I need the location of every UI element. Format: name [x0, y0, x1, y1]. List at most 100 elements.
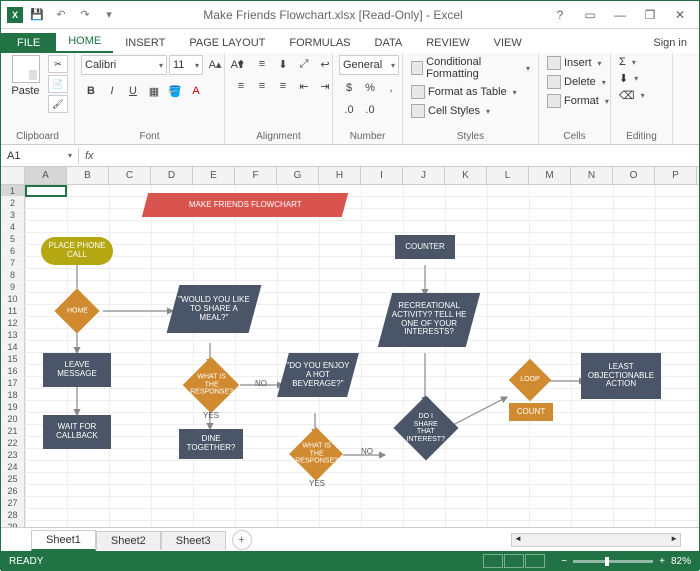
copy-button[interactable]: 📄: [48, 75, 68, 93]
row-header[interactable]: 18: [1, 389, 25, 401]
increase-font-icon[interactable]: A▴: [205, 55, 225, 73]
row-header[interactable]: 22: [1, 437, 25, 449]
close-icon[interactable]: ✕: [667, 5, 693, 25]
tab-page-layout[interactable]: PAGE LAYOUT: [177, 33, 277, 53]
tab-review[interactable]: REVIEW: [414, 33, 481, 53]
tab-file[interactable]: FILE: [1, 33, 56, 53]
conditional-formatting-button[interactable]: Conditional Formatting▾: [409, 55, 532, 81]
row-header[interactable]: 28: [1, 509, 25, 521]
align-left-icon[interactable]: ≡: [231, 77, 251, 95]
row-header[interactable]: 17: [1, 377, 25, 389]
flowchart-title[interactable]: MAKE FRIENDS FLOWCHART: [142, 193, 348, 217]
column-header[interactable]: C: [109, 167, 151, 184]
sheet-tab-1[interactable]: Sheet1: [31, 530, 96, 551]
shape-leave-message[interactable]: LEAVE MESSAGE: [43, 353, 111, 387]
row-header[interactable]: 29: [1, 521, 25, 527]
column-header[interactable]: P: [655, 167, 697, 184]
shape-response-2[interactable]: WHAT IS THE RESPONSE?: [289, 427, 343, 481]
row-header[interactable]: 25: [1, 473, 25, 485]
add-sheet-button[interactable]: +: [232, 530, 252, 550]
delete-cells-button[interactable]: Delete▾: [545, 74, 608, 90]
shape-hot-beverage[interactable]: "DO YOU ENJOY A HOT BEVERAGE?": [277, 353, 359, 397]
insert-cells-button[interactable]: Insert▾: [545, 55, 604, 71]
cut-button[interactable]: ✂: [48, 55, 68, 73]
save-icon[interactable]: 💾: [27, 5, 47, 25]
percent-icon[interactable]: %: [360, 79, 380, 97]
font-size-select[interactable]: 11▾: [169, 55, 203, 75]
zoom-slider[interactable]: [573, 560, 653, 563]
decrease-decimal-icon[interactable]: .0: [360, 101, 380, 119]
border-button[interactable]: ▦: [144, 82, 164, 100]
column-header[interactable]: B: [67, 167, 109, 184]
shape-least-action[interactable]: LEAST OBJECTIONABLE ACTION: [581, 353, 661, 399]
wrap-text-icon[interactable]: ↩: [315, 55, 335, 73]
sheet-tab-3[interactable]: Sheet3: [161, 531, 226, 550]
tab-insert[interactable]: INSERT: [113, 33, 177, 53]
tab-home[interactable]: HOME: [56, 31, 113, 53]
minimize-icon[interactable]: —: [607, 5, 633, 25]
fill-color-button[interactable]: 🪣: [165, 82, 185, 100]
restore-icon[interactable]: ❐: [637, 5, 663, 25]
zoom-out-icon[interactable]: −: [561, 556, 567, 567]
orientation-icon[interactable]: ⤢: [294, 55, 314, 73]
currency-icon[interactable]: $: [339, 79, 359, 97]
underline-button[interactable]: U: [123, 82, 143, 100]
shape-start[interactable]: PLACE PHONE CALL: [41, 237, 113, 265]
row-header[interactable]: 20: [1, 413, 25, 425]
format-cells-button[interactable]: Format▾: [545, 93, 611, 109]
name-box[interactable]: A1▾: [1, 148, 79, 164]
row-header[interactable]: 16: [1, 365, 25, 377]
align-middle-icon[interactable]: ≡: [252, 55, 272, 73]
shape-wait-callback[interactable]: WAIT FOR CALLBACK: [43, 415, 111, 449]
normal-view-icon[interactable]: [483, 554, 503, 568]
ribbon-options-icon[interactable]: ▭: [577, 5, 603, 25]
shape-count[interactable]: COUNT: [509, 403, 553, 421]
shape-recreational[interactable]: RECREATIONAL ACTIVITY? TELL HE ONE OF YO…: [378, 293, 480, 347]
row-header[interactable]: 3: [1, 209, 25, 221]
row-header[interactable]: 6: [1, 245, 25, 257]
column-header[interactable]: F: [235, 167, 277, 184]
font-color-button[interactable]: A: [186, 82, 206, 100]
redo-icon[interactable]: ↷: [75, 5, 95, 25]
page-break-view-icon[interactable]: [525, 554, 545, 568]
column-header[interactable]: H: [319, 167, 361, 184]
clear-button[interactable]: ⌫▾: [617, 88, 647, 103]
shape-share-interest[interactable]: DO I SHARE THAT INTEREST?: [393, 395, 458, 460]
row-header[interactable]: 15: [1, 353, 25, 365]
column-header[interactable]: L: [487, 167, 529, 184]
row-header[interactable]: 11: [1, 305, 25, 317]
increase-indent-icon[interactable]: ⇥: [315, 77, 335, 95]
row-header[interactable]: 12: [1, 317, 25, 329]
shape-share-meal[interactable]: "WOULD YOU LIKE TO SHARE A MEAL?": [167, 285, 262, 333]
column-header[interactable]: E: [193, 167, 235, 184]
italic-button[interactable]: I: [102, 82, 122, 100]
column-header[interactable]: N: [571, 167, 613, 184]
qat-customize-icon[interactable]: ▾: [99, 5, 119, 25]
row-header[interactable]: 9: [1, 281, 25, 293]
zoom-level[interactable]: 82%: [671, 556, 691, 567]
formula-bar[interactable]: [100, 154, 699, 158]
help-icon[interactable]: ?: [547, 5, 573, 25]
shape-response-1[interactable]: WHAT IS THE RESPONSE?: [183, 357, 240, 414]
row-header[interactable]: 1: [1, 185, 25, 197]
autosum-button[interactable]: Σ▾: [617, 55, 638, 69]
align-right-icon[interactable]: ≡: [273, 77, 293, 95]
number-format-select[interactable]: General▾: [339, 55, 399, 75]
font-name-select[interactable]: Calibri▾: [81, 55, 167, 75]
row-header[interactable]: 4: [1, 221, 25, 233]
row-header[interactable]: 24: [1, 461, 25, 473]
row-header[interactable]: 23: [1, 449, 25, 461]
shape-loop[interactable]: LOOP: [509, 359, 551, 401]
row-header[interactable]: 21: [1, 425, 25, 437]
column-header[interactable]: G: [277, 167, 319, 184]
sign-in-link[interactable]: Sign in: [641, 33, 699, 53]
shape-dine-together[interactable]: DINE TOGETHER?: [179, 429, 243, 459]
increase-decimal-icon[interactable]: .0: [339, 101, 359, 119]
cell-styles-button[interactable]: Cell Styles▾: [409, 103, 492, 119]
tab-data[interactable]: DATA: [363, 33, 415, 53]
tab-formulas[interactable]: FORMULAS: [277, 33, 362, 53]
undo-icon[interactable]: ↶: [51, 5, 71, 25]
horizontal-scrollbar[interactable]: [511, 533, 681, 547]
shape-home[interactable]: HOME: [54, 288, 99, 333]
row-header[interactable]: 5: [1, 233, 25, 245]
